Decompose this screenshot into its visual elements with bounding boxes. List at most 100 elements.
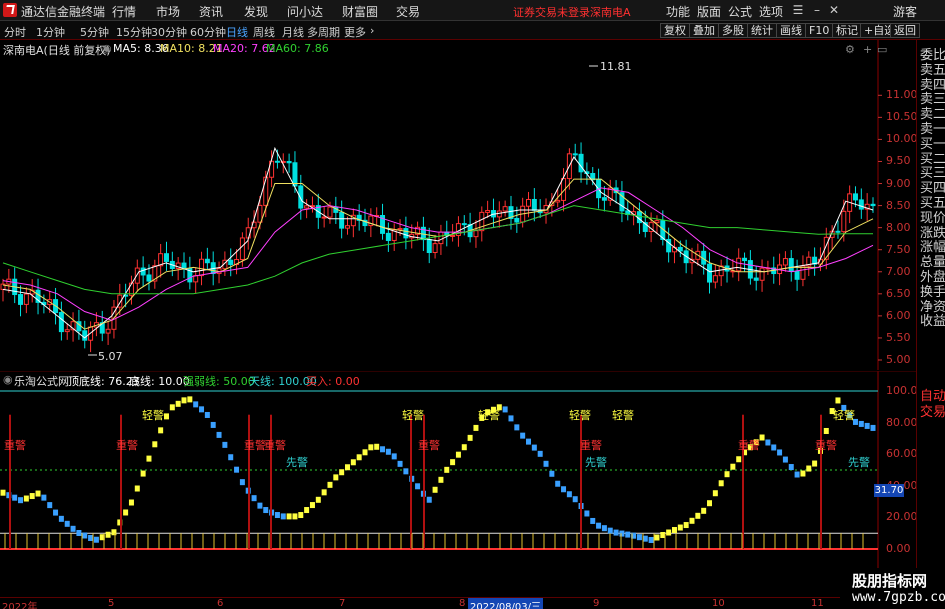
oscillator-brick: [782, 456, 788, 463]
sub-y-tick-label: 60.00: [886, 447, 918, 461]
period-weekly[interactable]: 周线: [253, 24, 275, 40]
oscillator-brick: [730, 463, 736, 470]
x-label-may: 5: [108, 598, 115, 609]
f10-button[interactable]: F10: [805, 23, 834, 38]
oscillator-brick: [368, 444, 374, 451]
sub-legend-toggle-icon[interactable]: ◉: [3, 373, 13, 386]
x-label-year: 2022年: [2, 602, 38, 609]
indicator-chart[interactable]: 重警 重警 重警重警 重警 重警 重警 重警轻警 轻警 轻警 轻警 轻警 轻警先警 先警 先警: [0, 371, 916, 597]
main-y-tick-label: 10.50: [886, 110, 918, 124]
legend-toggle-icon[interactable]: ◉: [102, 42, 112, 55]
oscillator-brick: [689, 517, 695, 524]
oscillator-brick: [41, 494, 47, 501]
menu-zixun[interactable]: 资讯: [199, 3, 223, 20]
period-15min[interactable]: 15分钟: [116, 24, 152, 40]
period-30min[interactable]: 30分钟: [151, 24, 187, 40]
menu-gongneng[interactable]: 功能: [666, 3, 690, 20]
menu-hangqing[interactable]: 行情: [112, 3, 136, 20]
oscillator-brick: [169, 404, 175, 411]
oscillator-brick: [794, 471, 800, 478]
oscillator-brick: [47, 502, 53, 509]
menu-faxian[interactable]: 发现: [244, 3, 268, 20]
period-daily[interactable]: 日线: [226, 24, 248, 40]
oscillator-brick: [234, 466, 240, 473]
fuquan-button[interactable]: 复权: [660, 23, 690, 38]
oscillator-brick: [870, 424, 876, 431]
oscillator-brick: [695, 512, 701, 519]
period-monthly[interactable]: 月线: [282, 24, 304, 40]
legend-ma60: MA60: 7.86: [266, 42, 329, 55]
menu-gongshi[interactable]: 公式: [728, 3, 752, 20]
first-alert-label: 先警: [848, 455, 870, 469]
menu-jiaoyi[interactable]: 交易: [396, 3, 420, 20]
candle-body: [134, 267, 140, 284]
candle-body: [58, 312, 64, 333]
oscillator-brick: [228, 454, 234, 461]
oscillator-brick: [537, 450, 543, 457]
menu-icon[interactable]: ☰: [790, 2, 806, 18]
settings-gear-icon[interactable]: ⚙: [845, 43, 855, 56]
kline-chart[interactable]: [0, 40, 916, 370]
alarm-bar: [270, 414, 272, 549]
period-5min[interactable]: 5分钟: [80, 24, 109, 40]
period-multi[interactable]: 多周期: [307, 24, 340, 40]
candle-body: [636, 211, 642, 224]
sub-legend-qiangruo: 强弱线: 50.00: [183, 375, 255, 388]
oscillator-brick: [467, 434, 473, 441]
add-indicator-icon[interactable]: +: [863, 43, 872, 56]
minimize-icon[interactable]: –: [809, 2, 825, 18]
menu-banmian[interactable]: 版面: [697, 3, 721, 20]
oscillator-brick: [298, 512, 304, 519]
oscillator-brick: [835, 397, 841, 404]
oscillator-brick: [210, 421, 216, 428]
login-status[interactable]: 证券交易未登录: [513, 4, 590, 20]
kline-panel[interactable]: 深南电A(日线 前复权) ◉ MA5: 8.36 MA10: 8.21 MA20…: [0, 40, 918, 370]
overlay-button[interactable]: 叠加: [689, 23, 719, 38]
watermark: 股朋指标网 www.7gpzb.com: [840, 568, 945, 609]
oscillator-brick: [800, 470, 806, 477]
candle-body: [712, 275, 718, 283]
candle-body: [385, 232, 391, 241]
heavy-alert-label: 重警: [264, 438, 286, 452]
menu-caifuquan[interactable]: 财富圈: [342, 3, 378, 20]
candle-body: [181, 262, 187, 270]
period-more[interactable]: 更多: [344, 24, 366, 40]
oscillator-brick: [274, 512, 280, 519]
draw-button[interactable]: 画线: [776, 23, 806, 38]
close-icon[interactable]: ✕: [826, 2, 842, 18]
main-y-tick-label: 11.00: [886, 88, 918, 102]
oscillator-brick: [251, 495, 257, 502]
oscillator-brick: [461, 444, 467, 451]
alarm-bar: [742, 414, 744, 549]
period-1min[interactable]: 1分钟: [36, 24, 65, 40]
oscillator-brick: [304, 507, 310, 514]
menu-xuanxiang[interactable]: 选项: [759, 3, 783, 20]
oscillator-brick: [619, 530, 625, 537]
menu-wenxiaoda[interactable]: 问小达: [287, 3, 323, 20]
candle-body: [263, 176, 269, 206]
mark-button[interactable]: 标记: [832, 23, 862, 38]
stats-button[interactable]: 统计: [747, 23, 777, 38]
oscillator-brick: [765, 439, 771, 446]
guest-user[interactable]: 游客: [893, 3, 917, 20]
more-chevron-icon[interactable]: ›: [370, 24, 374, 37]
multistock-button[interactable]: 多股: [718, 23, 748, 38]
menu-shichang[interactable]: 市场: [156, 3, 180, 20]
oscillator-brick: [76, 529, 82, 536]
oscillator-brick: [806, 465, 812, 472]
candle-body: [199, 258, 205, 277]
period-60min[interactable]: 60分钟: [190, 24, 226, 40]
candle-body: [852, 193, 858, 201]
indicator-panel[interactable]: 重警 重警 重警 重警 重警 重警 重警 重警 轻警 轻警 轻警 轻警 轻警 轻警 先警 先警 先警 ◉ 乐淘公…: [0, 371, 945, 597]
auto-trade-label-1[interactable]: 交易: [920, 401, 945, 420]
oscillator-brick: [82, 532, 88, 539]
oscillator-brick: [181, 397, 187, 404]
candle-body: [677, 246, 683, 252]
period-fenshi[interactable]: 分时: [4, 24, 26, 40]
quote-field-18[interactable]: 收益: [920, 310, 945, 329]
candle-body: [782, 258, 788, 266]
collapse-icon[interactable]: ▭: [877, 43, 887, 56]
oscillator-brick: [712, 490, 718, 497]
main-y-tick-label: 9.00: [886, 176, 911, 190]
back-button[interactable]: 返回: [890, 23, 920, 38]
